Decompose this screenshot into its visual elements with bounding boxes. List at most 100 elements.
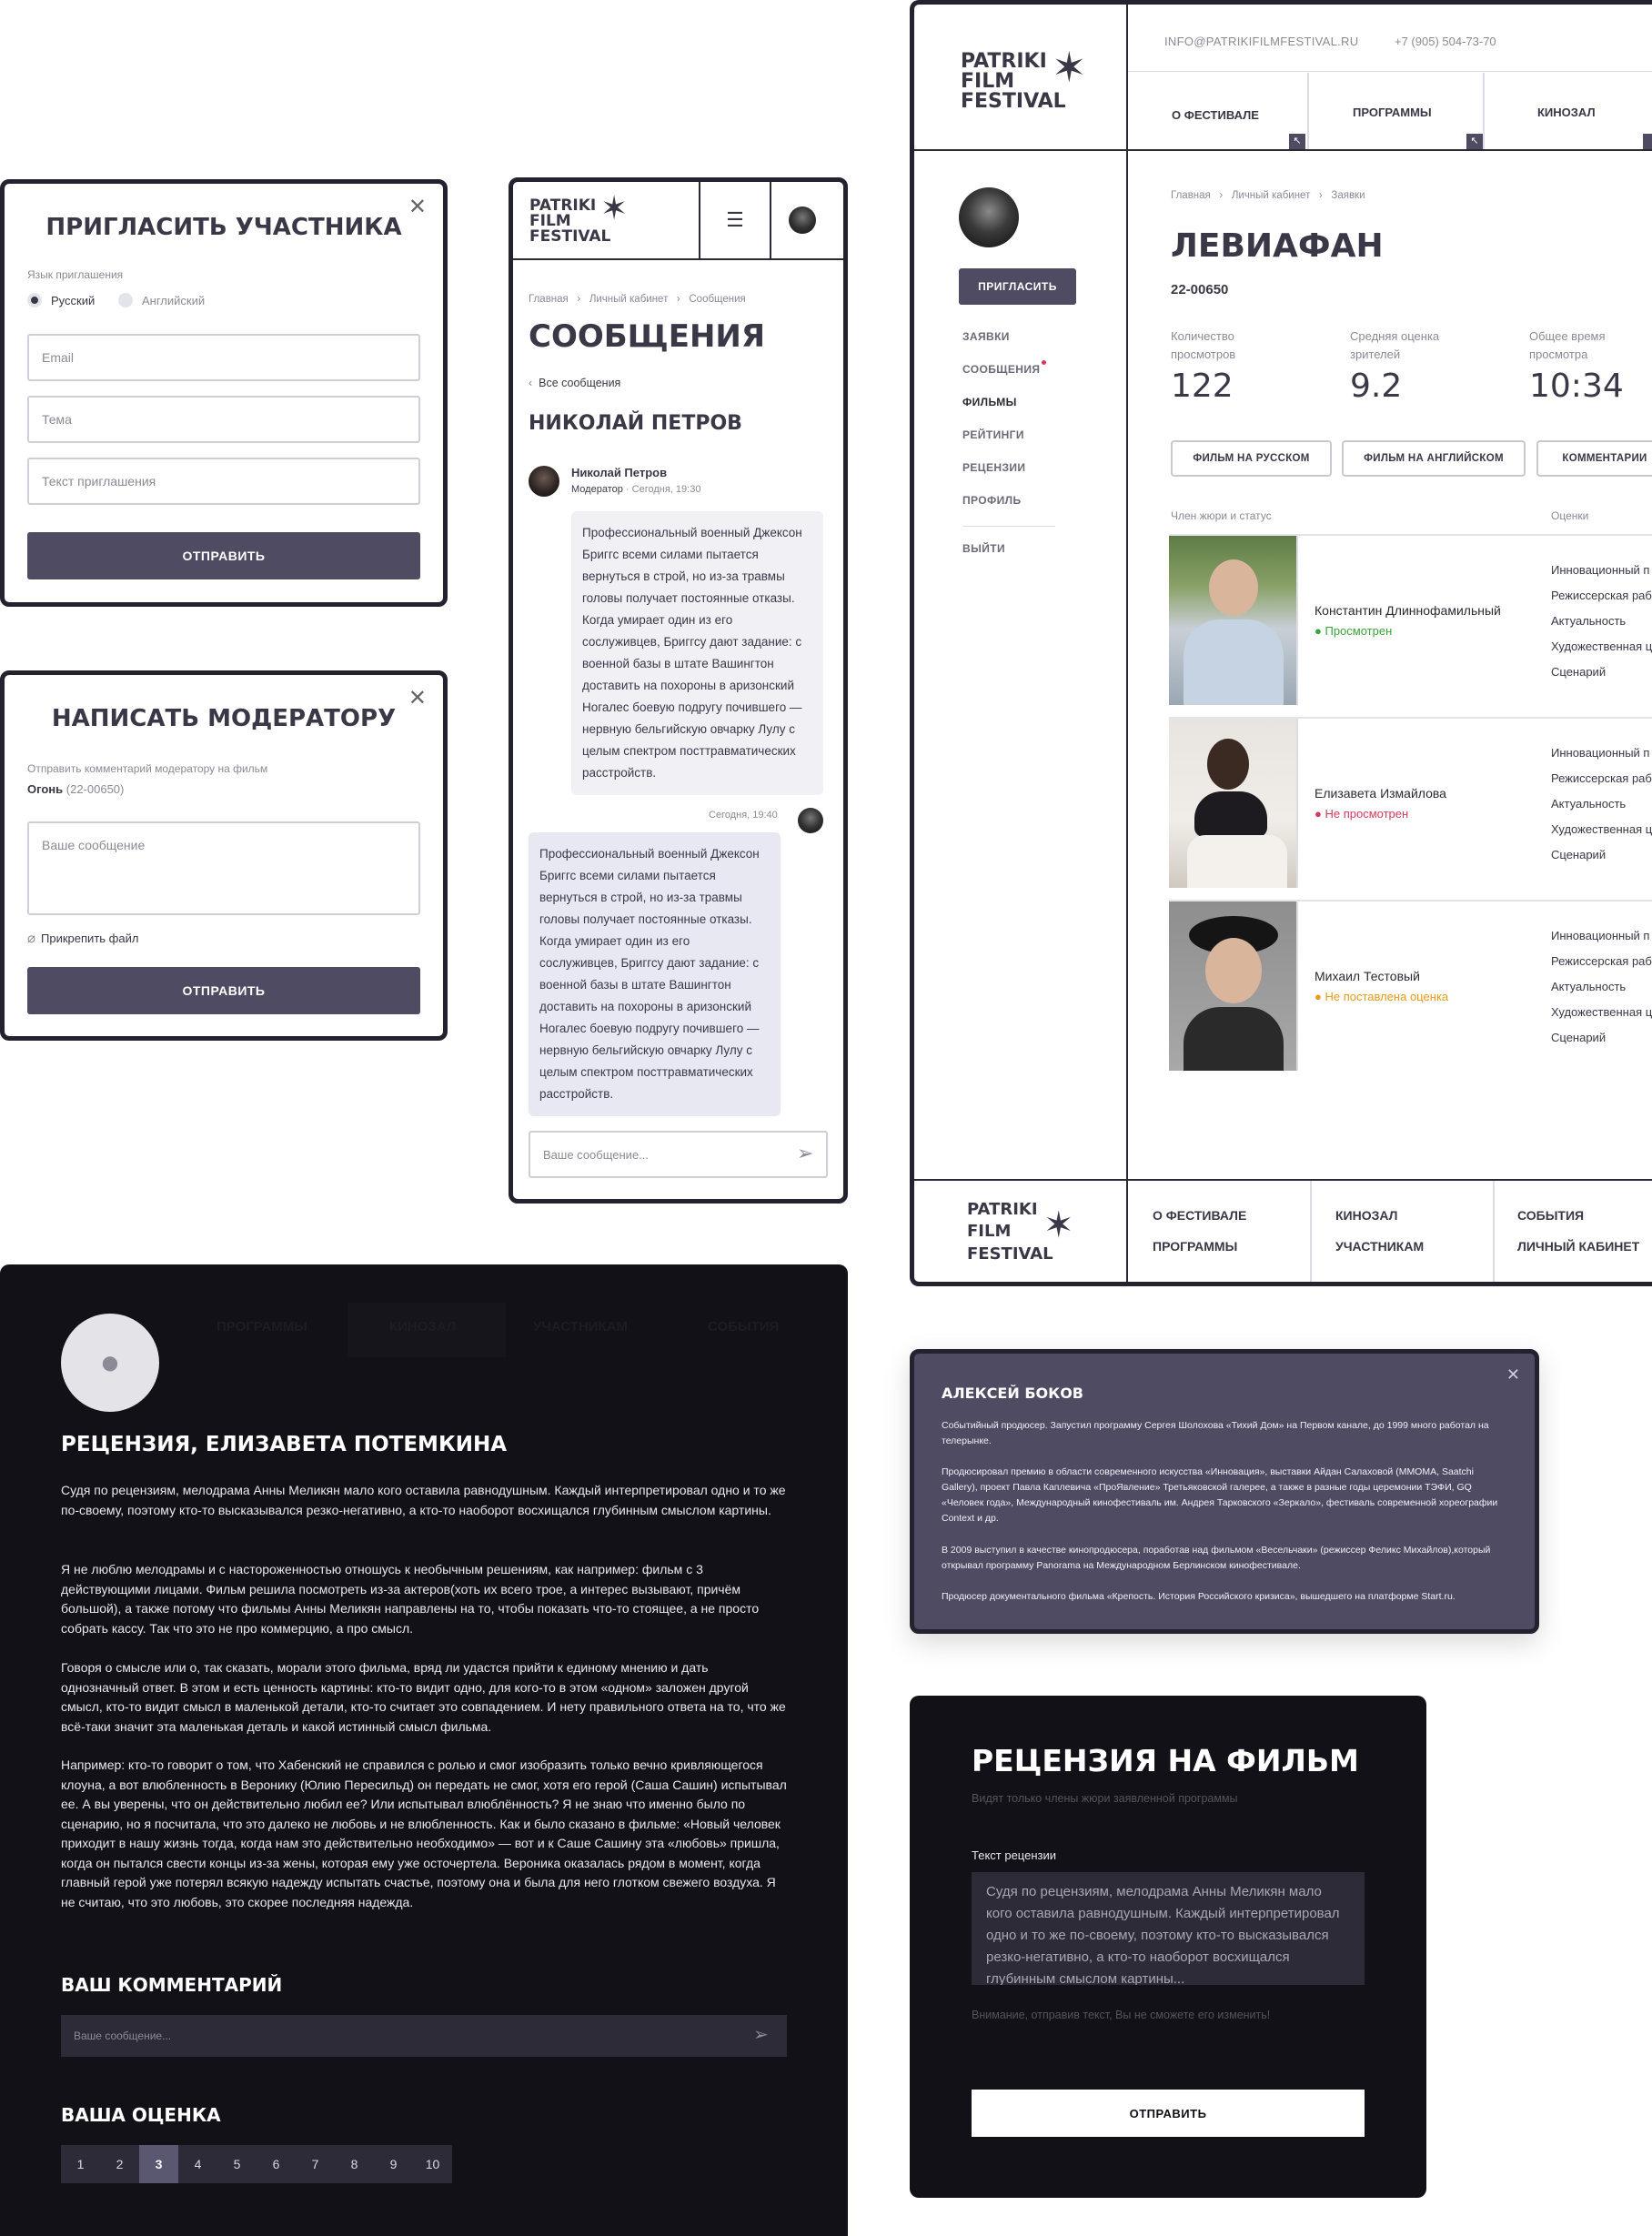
score-option-2[interactable]: 2: [100, 2145, 139, 2183]
score-option-6[interactable]: 6: [257, 2145, 296, 2183]
nav-cinema[interactable]: КИНОЗАЛ: [1537, 106, 1596, 119]
chevron-left-icon: ‹: [529, 377, 539, 389]
scores-header: Оценки: [1551, 509, 1589, 522]
score-option-9[interactable]: 9: [374, 2145, 413, 2183]
jury-name: Константин Длиннофамильный: [1315, 603, 1501, 618]
sidebar-item-films[interactable]: ФИЛЬМЫ: [962, 396, 1017, 408]
sidebar-item-reviews[interactable]: РЕЦЕНЗИИ: [962, 461, 1025, 474]
sidebar-item-profile[interactable]: ПРОФИЛЬ: [962, 494, 1022, 507]
jury-row[interactable]: Константин Длиннофамильный ● Просмотрен …: [1169, 534, 1652, 705]
header-email[interactable]: INFO@PATRIKIFILMFESTIVAL.RU: [1164, 35, 1358, 48]
score-option-7[interactable]: 7: [296, 2145, 335, 2183]
sidebar-item-applications[interactable]: ЗАЯВКИ: [962, 330, 1010, 343]
criterion: Режиссерская раб: [1551, 589, 1652, 602]
logo-line2: FILM: [961, 70, 1015, 93]
arrow-corner-icon: [1643, 134, 1652, 149]
nav-divider: [1483, 73, 1485, 149]
message-field[interactable]: Ваше сообщение: [27, 821, 420, 915]
radio-russian-label: Русский: [51, 293, 96, 307]
avatar[interactable]: [789, 206, 816, 234]
review-textarea[interactable]: Судя по рецензиям, мелодрама Анны Меликя…: [972, 1872, 1365, 1985]
moderator-submit-button[interactable]: ОТПРАВИТЬ: [27, 967, 420, 1014]
back-link[interactable]: ‹ Все сообщения: [529, 377, 620, 389]
sidebar-item-messages[interactable]: СООБЩЕНИЯ: [962, 363, 1040, 376]
invite-submit-button[interactable]: ОТПРАВИТЬ: [27, 532, 420, 579]
message-input[interactable]: Ваше сообщение...: [529, 1131, 828, 1178]
review-paragraph: Говоря о смысле или о, так сказать, мора…: [61, 1660, 786, 1734]
send-icon[interactable]: ➢: [753, 2023, 769, 2046]
person-body: [1184, 619, 1284, 705]
incoming-message: Профессиональный военный Джексон Бриггс …: [571, 511, 823, 795]
reviewer-avatar: ●: [61, 1314, 159, 1412]
sidebar-item-ratings[interactable]: РЕЙТИНГИ: [962, 428, 1024, 441]
radio-russian[interactable]: Русский: [27, 293, 95, 307]
footer-logo[interactable]: PATRIKI FILM FESTIVAL ✶: [967, 1199, 1074, 1265]
jury-name: Михаил Тестовый: [1315, 969, 1420, 983]
footer-link-events[interactable]: СОБЫТИЯ: [1517, 1208, 1584, 1223]
crumb-cabinet[interactable]: Личный кабинет: [589, 294, 669, 305]
jury-row[interactable]: Михаил Тестовый ● Не поставлена оценка И…: [1169, 900, 1652, 1071]
sidebar-divider: [962, 526, 1055, 527]
email-field[interactable]: Email: [27, 334, 420, 381]
header-phone[interactable]: +7 (905) 504-73-70: [1395, 35, 1496, 48]
tab-film-english[interactable]: ФИЛЬМ НА АНГЛИЙСКОМ: [1342, 440, 1526, 477]
radio-english[interactable]: Английский: [118, 293, 205, 307]
jury-photo: [1169, 901, 1298, 1071]
criterion: Актуальность: [1551, 980, 1627, 993]
crumb-home[interactable]: Главная: [529, 294, 569, 305]
mobile-logo[interactable]: PATRIKI FILM FESTIVAL ✶: [529, 193, 628, 246]
score-option-5[interactable]: 5: [217, 2145, 257, 2183]
invite-text-field[interactable]: Текст приглашения: [27, 458, 420, 505]
breadcrumb: Главная › Личный кабинет › Заявки: [1171, 190, 1365, 201]
footer-link-participants[interactable]: УЧАСТНИКАМ: [1335, 1239, 1424, 1254]
sidebar-item-logout[interactable]: ВЫЙТИ: [962, 542, 1005, 555]
person-body: [1184, 1007, 1284, 1071]
crumb-home[interactable]: Главная: [1171, 190, 1211, 201]
send-icon[interactable]: ➢: [797, 1142, 813, 1165]
back-label: Все сообщения: [539, 377, 621, 389]
criterion: Актуальность: [1551, 614, 1627, 628]
comment-title: ВАШ КОММЕНТАРИЙ: [61, 1974, 283, 1996]
jury-status: ● Не просмотрен: [1315, 807, 1409, 821]
logo-line3: FESTIVAL: [529, 227, 611, 246]
comment-input[interactable]: Ваше сообщение...: [61, 2015, 787, 2057]
nav-programs[interactable]: ПРОГРАММЫ: [1353, 106, 1432, 119]
score-option-1[interactable]: 1: [61, 2145, 100, 2183]
desktop-logo[interactable]: PATRIKI FILM FESTIVAL ✶: [961, 46, 1087, 112]
bio-paragraph: В 2009 выступил в качестве кинопродюсера…: [942, 1545, 1491, 1571]
attach-label: Прикрепить файл: [41, 931, 139, 945]
attach-file-link[interactable]: ⌀ Прикрепить файл: [27, 930, 138, 946]
jury-status: ● Не поставлена оценка: [1315, 990, 1449, 1003]
menu-button[interactable]: ☰: [699, 182, 771, 258]
top-contact-divider: [1128, 71, 1652, 72]
crumb-cabinet[interactable]: Личный кабинет: [1232, 190, 1311, 201]
radio-checked-icon: [27, 293, 42, 307]
footer-link-cabinet[interactable]: ЛИЧНЫЙ КАБИНЕТ: [1517, 1239, 1639, 1254]
crumb-current: Сообщения: [689, 294, 746, 305]
footer-link-about[interactable]: О ФЕСТИВАЛЕ: [1153, 1208, 1246, 1223]
footer-link-programs[interactable]: ПРОГРАММЫ: [1153, 1239, 1237, 1254]
score-option-10[interactable]: 10: [413, 2145, 452, 2183]
criteria-list: Инновационный п Режиссерская раб Актуаль…: [1551, 923, 1652, 1051]
score-option-4[interactable]: 4: [178, 2145, 217, 2183]
subject-field[interactable]: Тема: [27, 396, 420, 443]
score-option-8[interactable]: 8: [335, 2145, 374, 2183]
stat-rating-label: Средняя оценка зрителей: [1350, 329, 1440, 361]
footer-link-cinema[interactable]: КИНОЗАЛ: [1335, 1208, 1397, 1223]
profile-avatar[interactable]: [959, 187, 1019, 247]
tab-film-russian[interactable]: ФИЛЬМ НА РУССКОМ: [1171, 440, 1332, 477]
stat-rating-value: 9.2: [1350, 368, 1403, 405]
nav-about[interactable]: О ФЕСТИВАЛЕ: [1172, 108, 1259, 122]
form-submit-button[interactable]: ОТПРАВИТЬ: [972, 2090, 1365, 2137]
invite-button[interactable]: ПРИГЛАСИТЬ: [959, 268, 1076, 305]
close-icon[interactable]: ✕: [1506, 1366, 1520, 1383]
criterion: Инновационный п: [1551, 563, 1650, 577]
jury-row[interactable]: Елизавета Измайлова ● Не просмотрен Инно…: [1169, 717, 1652, 888]
radio-unchecked-icon: [118, 293, 133, 307]
tab-comments[interactable]: КОММЕНТАРИИ: [1536, 440, 1652, 477]
jury-name: Елизавета Измайлова: [1315, 786, 1446, 801]
score-option-3-selected[interactable]: 3: [139, 2145, 178, 2183]
nav-divider: [1307, 73, 1309, 149]
jury-status-text: Не просмотрен: [1325, 807, 1409, 821]
crumb-sep: ›: [670, 294, 687, 305]
